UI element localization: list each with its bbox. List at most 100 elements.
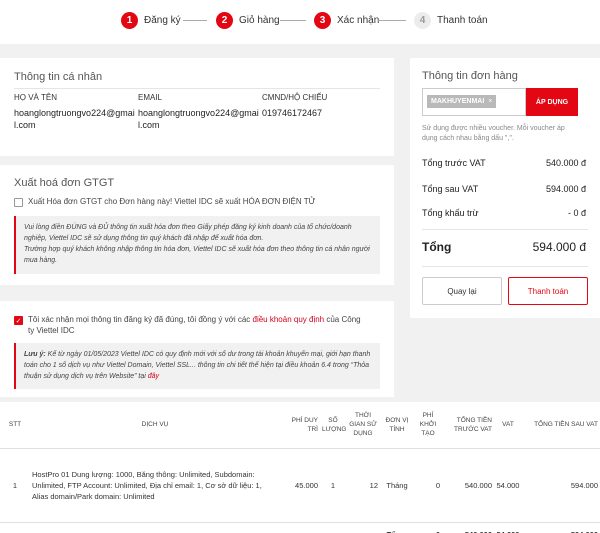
empty-cell: [30, 521, 280, 533]
email-value: hoanglongtruongvo224@gmail.com: [138, 108, 259, 130]
row-vat: 54.000: [496, 480, 520, 490]
voucher-hint: Sử dụng được nhiều voucher. Mỗi voucher …: [422, 125, 565, 142]
subtotal-before-vat: Tổng trước VAT 540.000 đ: [422, 158, 586, 168]
back-button[interactable]: Quay lại: [422, 277, 502, 305]
step-connector: [280, 20, 306, 21]
empty-cell: [346, 521, 380, 533]
total-setup-fee: 0: [414, 521, 442, 533]
empty-cell: [280, 521, 320, 533]
invoice-checkbox[interactable]: [14, 198, 23, 207]
total-after-vat: 594.000: [522, 521, 600, 533]
terms-card: ✓ Tôi xác nhận mọi thông tin đăng ký đã …: [0, 301, 394, 397]
deduction-total: Tổng khấu trừ - 0 đ: [422, 208, 586, 218]
pay-button[interactable]: Thanh toán: [508, 277, 588, 305]
table-header: STT DỊCH VỤ PHÍ DUY TRÌ SỐ LƯỢNG THỜI GI…: [0, 402, 600, 449]
voucher-tag-label: MAKHUYENMAI: [431, 98, 485, 105]
divider: [422, 229, 588, 230]
checkout-stepper: 1 Đăng ký 2 Giỏ hàng 3 Xác nhận 4 Thanh …: [0, 0, 600, 44]
column-header: DỊCH VỤ: [30, 402, 280, 449]
step-number: 1: [121, 12, 138, 29]
row-before-vat: 540.000: [464, 480, 492, 490]
terms-note: Lưu ý: Kể từ ngày 01/05/2023 Viettel IDC…: [14, 343, 380, 389]
divider: [422, 266, 588, 267]
column-header: PHÍ DUY TRÌ: [280, 402, 320, 449]
step-connector: [378, 20, 406, 21]
id-field: CMND/HỘ CHIẾU 019746172467: [262, 93, 382, 119]
close-icon[interactable]: ×: [488, 98, 492, 105]
personal-info-card: Thông tin cá nhân HỌ VÀ TÊN hoanglongtru…: [0, 58, 394, 156]
total-before-vat: 540.000: [442, 521, 494, 533]
apply-voucher-button[interactable]: ÁP DỤNG: [526, 88, 578, 116]
terms-text-start: Tôi xác nhận mọi thông tin đăng ký đã đú…: [28, 315, 253, 324]
step-label: Giỏ hàng: [239, 15, 280, 26]
row-after-vat: 594.000: [570, 480, 598, 490]
step-register[interactable]: 1 Đăng ký: [121, 12, 181, 29]
summary-label: Tổng khấu trừ: [422, 208, 479, 218]
service-table: STT DỊCH VỤ PHÍ DUY TRÌ SỐ LƯỢNG THỜI GI…: [0, 402, 600, 533]
row-stt: 1: [12, 480, 18, 490]
invoice-title: Xuất hoá đơn GTGT: [14, 177, 115, 189]
step-number: 3: [314, 12, 331, 29]
step-label: Thanh toán: [437, 15, 488, 26]
invoice-note: Vui lòng điền ĐÚNG và ĐỦ thông tin xuất …: [14, 216, 380, 274]
note-text: Kể từ ngày 01/05/2023 Viettel IDC có quy…: [24, 351, 371, 380]
table-total-row: Tổng: 0 540.000 54.000 594.000: [0, 521, 600, 533]
row-maintenance: 45.000: [295, 480, 318, 490]
summary-label: Tổng sau VAT: [422, 184, 479, 194]
row-quantity: 1: [330, 480, 336, 490]
step-payment[interactable]: 4 Thanh toán: [414, 12, 488, 29]
step-number: 2: [216, 12, 233, 29]
step-label: Xác nhận: [337, 15, 380, 26]
row-setup-fee: 0: [435, 480, 440, 490]
name-label: HỌ VÀ TÊN: [14, 93, 57, 102]
summary-value: 594.000 đ: [545, 184, 586, 194]
note-prefix: Lưu ý:: [24, 351, 46, 358]
note-link[interactable]: đây: [148, 373, 159, 380]
id-label: CMND/HỘ CHIẾU: [262, 93, 328, 102]
personal-info-title: Thông tin cá nhân: [14, 71, 103, 83]
voucher-tag: MAKHUYENMAI ×: [427, 95, 497, 108]
name-value: hoanglongtruongvo224@gmail.com: [14, 108, 135, 130]
column-header: ĐƠN VỊ TÍNH: [380, 402, 414, 449]
table-row: 1 HostPro 01 Dung lượng: 1000, Băng thôn…: [0, 448, 600, 522]
name-field: HỌ VÀ TÊN hoanglongtruongvo224@gmail.com: [14, 93, 136, 131]
total-vat: 54.000: [494, 521, 522, 533]
column-header: PHÍ KHỞI TẠO: [414, 402, 442, 449]
summary-label: Tổng trước VAT: [422, 158, 486, 168]
row-service: HostPro 01 Dung lượng: 1000, Băng thông:…: [32, 469, 262, 501]
invoice-checkbox-label: Xuất Hóa đơn GTGT cho Đơn hàng này! Viet…: [28, 197, 316, 206]
step-number: 4: [414, 12, 431, 29]
grand-total: Tổng 594.000 đ: [422, 240, 586, 254]
row-duration: 12: [369, 480, 378, 490]
step-cart[interactable]: 2 Giỏ hàng: [216, 12, 280, 29]
divider: [14, 88, 380, 89]
email-label: EMAIL: [138, 93, 163, 102]
column-header: TỔNG TIỀN TRƯỚC VAT: [442, 402, 494, 449]
column-header: STT: [0, 402, 30, 449]
voucher-input[interactable]: MAKHUYENMAI ×: [422, 88, 526, 116]
step-connector: [183, 20, 207, 21]
step-label: Đăng ký: [144, 15, 181, 26]
empty-cell: [0, 521, 30, 533]
invoice-note-line: Trường hợp quý khách không nhập thông ti…: [24, 246, 370, 264]
total-label: Tổng:: [380, 521, 414, 533]
row-unit: Tháng: [386, 480, 408, 490]
subtotal-after-vat: Tổng sau VAT 594.000 đ: [422, 184, 586, 194]
terms-checkbox[interactable]: ✓: [14, 316, 23, 325]
column-header: SỐ LƯỢNG: [320, 402, 347, 449]
email-field: EMAIL hoanglongtruongvo224@gmail.com: [138, 93, 260, 131]
vat-invoice-card: Xuất hoá đơn GTGT Xuất Hóa đơn GTGT cho …: [0, 165, 394, 285]
terms-link[interactable]: điều khoản quy định: [253, 315, 325, 324]
step-confirm[interactable]: 3 Xác nhận: [314, 12, 379, 29]
terms-text: Tôi xác nhận mọi thông tin đăng ký đã đú…: [28, 314, 368, 336]
summary-value: - 0 đ: [567, 208, 586, 218]
order-summary-card: Thông tin đơn hàng MAKHUYENMAI × ÁP DỤNG…: [410, 58, 600, 318]
column-header: TỔNG TIỀN SAU VAT: [522, 402, 600, 449]
id-value: 019746172467: [262, 108, 323, 118]
total-value: 594.000 đ: [532, 240, 586, 254]
order-title: Thông tin đơn hàng: [422, 70, 518, 82]
invoice-note-line: Vui lòng điền ĐÚNG và ĐỦ thông tin xuất …: [24, 224, 352, 242]
column-header: THỜI GIAN SỬ DỤNG: [346, 402, 380, 449]
check-icon: ✓: [15, 317, 22, 325]
empty-cell: [320, 521, 346, 533]
